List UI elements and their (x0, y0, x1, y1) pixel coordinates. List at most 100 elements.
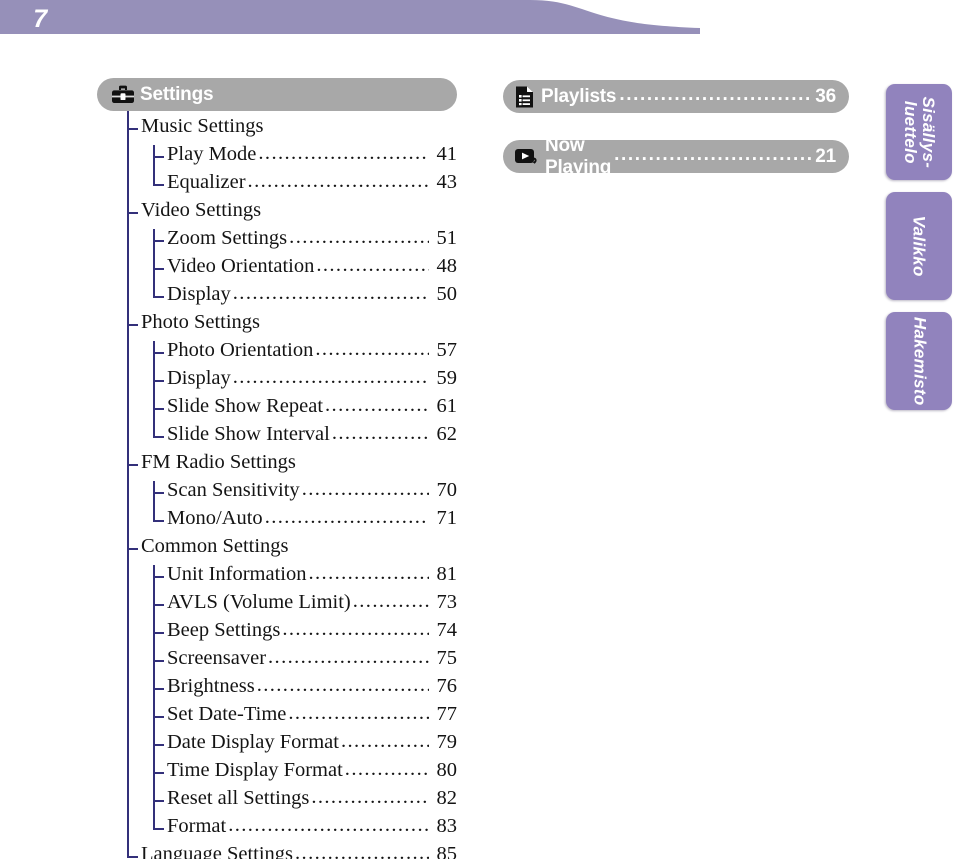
tree-branch-level2 (153, 632, 164, 634)
side-tab-index[interactable]: Hakemisto (886, 312, 952, 410)
toc-row[interactable]: FM Radio Settings (97, 451, 457, 479)
toc-row[interactable]: Brightness 76 (97, 675, 457, 703)
toc-page-number: 50 (436, 283, 458, 305)
toc-row[interactable]: Display 59 (97, 367, 457, 395)
toc-row[interactable]: Scan Sensitivity 70 (97, 479, 457, 507)
side-tab-label: Valikko (910, 215, 930, 277)
toc-dot-leader (228, 814, 429, 837)
toc-page-number: 62 (436, 423, 458, 445)
toc-row-label: Scan Sensitivity (167, 479, 300, 501)
toc-dot-leader (309, 562, 430, 585)
toc-row-label: Reset all Settings (167, 787, 310, 809)
toc-page-number: 82 (436, 787, 458, 809)
toc-row[interactable]: AVLS (Volume Limit) 73 (97, 591, 457, 619)
toc-row[interactable]: Display 50 (97, 283, 457, 311)
tree-branch-level2 (153, 352, 164, 354)
toc-row[interactable]: Date Display Format 79 (97, 731, 457, 759)
now-playing-page: 21 (815, 145, 836, 167)
toc-row[interactable]: Language Settings 85 (97, 843, 457, 859)
toc-row[interactable]: Photo Settings (97, 311, 457, 339)
toc-page-number: 57 (436, 339, 458, 361)
toc-dot-leader (265, 506, 429, 529)
toc-row[interactable]: Set Date-Time 77 (97, 703, 457, 731)
playlists-page: 36 (815, 85, 836, 107)
toc-dot-leader (332, 422, 429, 445)
toc-dot-leader (289, 226, 429, 249)
page-number: 7 (33, 5, 47, 33)
toc-row[interactable]: Mono/Auto 71 (97, 507, 457, 535)
toc-row[interactable]: Slide Show Repeat 61 (97, 395, 457, 423)
toc-row-label: FM Radio Settings (141, 451, 296, 473)
toc-row[interactable]: Time Display Format 80 (97, 759, 457, 787)
toc-row-label: Video Settings (141, 199, 262, 221)
toc-row-label: Equalizer (167, 171, 246, 193)
tree-branch-level2 (153, 408, 164, 410)
toc-dot-leader (316, 254, 429, 277)
toc-row[interactable]: Beep Settings 74 (97, 619, 457, 647)
tree-trunk-level2 (153, 481, 155, 520)
toc-row[interactable]: Slide Show Interval 62 (97, 423, 457, 451)
toc-row-label: AVLS (Volume Limit) (167, 591, 351, 613)
tree-branch-level2 (153, 184, 164, 186)
toc-page-number: 43 (436, 171, 458, 193)
toc-row[interactable]: Zoom Settings 51 (97, 227, 457, 255)
tree-trunk-level1 (127, 111, 129, 856)
toc-row[interactable]: Video Settings (97, 199, 457, 227)
toc-page-number: 83 (436, 815, 458, 837)
toc-page-number: 48 (436, 255, 458, 277)
toc-row-label: Beep Settings (167, 619, 281, 641)
toc-row[interactable]: Photo Orientation 57 (97, 339, 457, 367)
tree-branch-level2 (153, 604, 164, 606)
toc-row[interactable]: Screensaver 75 (97, 647, 457, 675)
now-playing-icon (514, 146, 540, 168)
toc-row[interactable]: Format 83 (97, 815, 457, 843)
toc-tree: Music Settings Play Mode 41 Equalizer 43 Vide… (97, 111, 457, 859)
toc-row[interactable]: Unit Information 81 (97, 563, 457, 591)
toc-dot-leader (233, 366, 429, 389)
toc-row-label: Format (167, 815, 227, 837)
now-playing-label: Now Playing (545, 134, 612, 178)
tree-branch-level2 (153, 744, 164, 746)
toc-dot-leader (282, 618, 429, 641)
tree-branch-level1 (127, 464, 138, 466)
settings-toc-column: Settings Music Settings Play Mode 41 Equali… (97, 78, 457, 859)
toc-page-number: 74 (436, 619, 458, 641)
toc-row-label: Time Display Format (167, 759, 343, 781)
settings-heading-label: Settings (140, 83, 214, 105)
tree-branch-level1 (127, 128, 138, 130)
tree-branch-level1 (127, 548, 138, 550)
toc-dot-leader (295, 842, 429, 859)
toc-dot-leader (302, 478, 429, 501)
tree-trunk-level2 (153, 341, 155, 436)
tree-branch-level2 (153, 436, 164, 438)
side-tab-table-of-contents[interactable]: Sisällys- luettelo (886, 84, 952, 180)
tree-branch-level2 (153, 156, 164, 158)
toc-row[interactable]: Play Mode 41 (97, 143, 457, 171)
tree-branch-level2 (153, 520, 164, 522)
toc-dot-leader (353, 590, 429, 613)
toc-row-label: Play Mode (167, 143, 257, 165)
toc-page-number: 71 (436, 507, 458, 529)
toc-row[interactable]: Music Settings (97, 115, 457, 143)
tree-branch-level2 (153, 576, 164, 578)
playlist-document-icon (514, 85, 536, 109)
toc-row[interactable]: Equalizer 43 (97, 171, 457, 199)
toc-page-number: 80 (436, 759, 458, 781)
toc-page-number: 85 (436, 843, 458, 859)
toc-row-label: Display (167, 283, 231, 305)
side-tab-menu[interactable]: Valikko (886, 192, 952, 300)
toc-row-label: Common Settings (141, 535, 289, 557)
toc-row-label: Unit Information (167, 563, 307, 585)
toc-row[interactable]: Video Orientation 48 (97, 255, 457, 283)
quick-links-column: Playlists 36 Now Playing 21 (503, 80, 849, 178)
toc-row-label: Zoom Settings (167, 227, 288, 249)
settings-heading-pill[interactable]: Settings (97, 78, 457, 111)
toc-page-number: 79 (436, 731, 458, 753)
toc-row-label: Screensaver (167, 647, 267, 669)
toc-page-number: 51 (436, 227, 458, 249)
playlists-link[interactable]: Playlists 36 (503, 80, 849, 113)
toc-page-number: 61 (436, 395, 458, 417)
toc-row[interactable]: Reset all Settings 82 (97, 787, 457, 815)
toc-row[interactable]: Common Settings (97, 535, 457, 563)
now-playing-link[interactable]: Now Playing 21 (503, 135, 849, 178)
